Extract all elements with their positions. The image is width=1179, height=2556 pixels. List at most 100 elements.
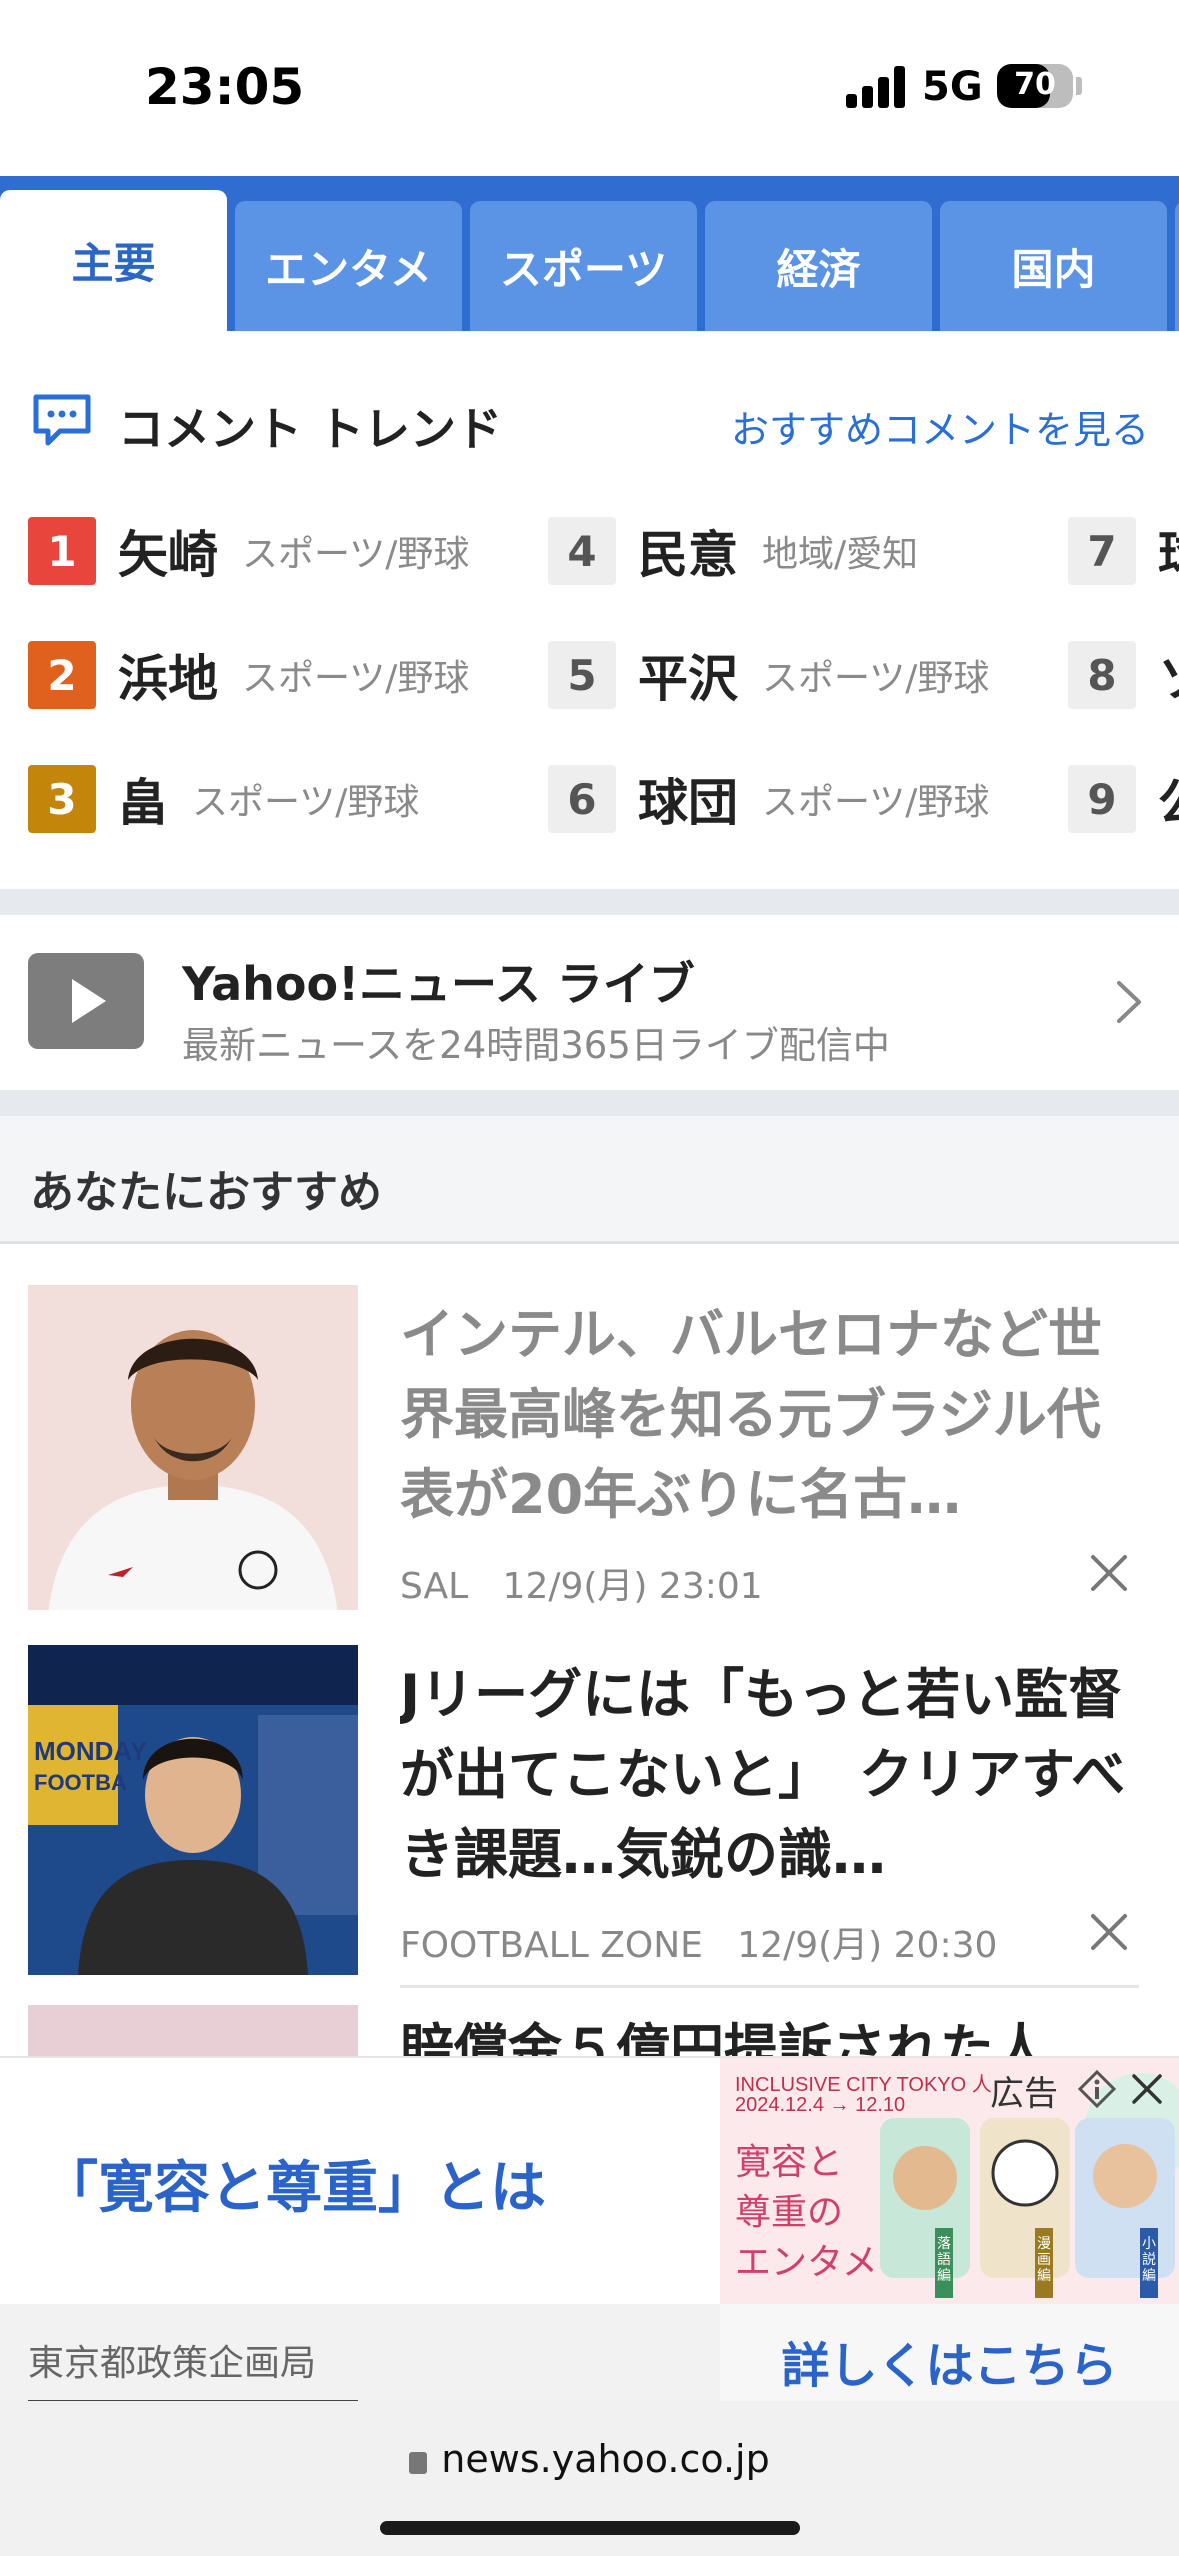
- trend-item[interactable]: 2 浜地 スポーツ/野球: [28, 641, 469, 709]
- trend-category: スポーツ/野球: [242, 534, 470, 575]
- article-title: 賠償金５億円提訴された人: [400, 2018, 1048, 2056]
- trend-item[interactable]: 1 矢崎 スポーツ/野球: [28, 517, 469, 585]
- svg-text:FOOTBA: FOOTBA: [34, 1770, 127, 1795]
- address-bar[interactable]: news.yahoo.co.jp: [0, 2437, 1179, 2481]
- trend-item[interactable]: 4 民意 地域/愛知: [548, 517, 918, 585]
- ad-choices-icon[interactable]: [1078, 2070, 1116, 2108]
- ad-image-lines: 寛容と 尊重の エンタメ: [735, 2138, 878, 2288]
- trend-word: 畠: [118, 774, 168, 832]
- browser-bottom-bar: news.yahoo.co.jp: [0, 2401, 1179, 2556]
- tab-next-partial[interactable]: [1175, 201, 1179, 331]
- ad-close-icon[interactable]: [1130, 2072, 1164, 2106]
- comment-trend-section: コメント トレンド おすすめコメントを見る 1 矢崎 スポーツ/野球 2 浜地 …: [0, 331, 1179, 889]
- article-item[interactable]: MONDAY FOOTBA Jリーグには「もっと若い監督が出てこないと」 クリア…: [0, 1610, 1179, 1988]
- home-indicator[interactable]: [380, 2521, 800, 2535]
- trend-item-partial[interactable]: 8 ソ: [1068, 641, 1179, 709]
- tab-main[interactable]: 主要: [0, 190, 227, 331]
- comment-icon: [33, 394, 91, 446]
- article-divider: [400, 1985, 1139, 1988]
- rank-badge: 3: [28, 765, 96, 833]
- rank-badge: 1: [28, 517, 96, 585]
- rank-badge: 8: [1068, 641, 1136, 709]
- network-type: 5G: [922, 64, 983, 110]
- tab-economy[interactable]: 経済: [705, 201, 932, 331]
- news-live-banner[interactable]: Yahoo!ニュース ライブ 最新ニュースを24時間365日ライブ配信中: [0, 915, 1179, 1090]
- trend-item[interactable]: 5 平沢 スポーツ/野球: [548, 641, 989, 709]
- trend-item[interactable]: 3 畠 スポーツ/野球: [28, 765, 419, 833]
- ad-sponsor: 東京都政策企画局: [28, 2343, 317, 2384]
- rank-badge: 4: [548, 517, 616, 585]
- trend-title: コメント トレンド: [118, 402, 503, 456]
- ad-label: 広告: [990, 2074, 1058, 2114]
- article-thumbnail[interactable]: [28, 1285, 358, 1615]
- trend-word: 平沢: [638, 650, 738, 708]
- trend-category: スポーツ/野球: [192, 782, 420, 823]
- article-date: 12/9(月) 20:30: [737, 1925, 998, 1966]
- battery-percent: 70: [1014, 67, 1056, 102]
- article-item[interactable]: 賠償金５億円提訴された人: [0, 1990, 1179, 2056]
- trend-word: ソ: [1158, 641, 1179, 709]
- ad-image-line: 寛容と: [735, 2142, 844, 2183]
- trend-category: スポーツ/野球: [762, 658, 990, 699]
- play-icon: [28, 953, 144, 1049]
- battery-icon: 70: [997, 64, 1073, 108]
- rank-badge: 6: [548, 765, 616, 833]
- article-title: インテル、バルセロナなど世界最高峰を知る元ブラジル代表が20年ぶりに名古…: [400, 1303, 1102, 1526]
- trend-category: 地域/愛知: [762, 534, 919, 575]
- trend-word: 浜地: [118, 650, 218, 708]
- article-source: FOOTBALL ZONE: [400, 1925, 703, 1966]
- ad-headline[interactable]: 「寛容と尊重」とは: [42, 2143, 546, 2224]
- section-divider: [0, 1090, 1179, 1116]
- ad-cta-bar[interactable]: 詳しくはこちら: [720, 2304, 1179, 2403]
- trend-item-partial[interactable]: 9 公: [1068, 765, 1179, 833]
- player-photo: [28, 1285, 358, 1615]
- rank-badge: 5: [548, 641, 616, 709]
- trend-item[interactable]: 6 球団 スポーツ/野球: [548, 765, 989, 833]
- signal-icon: [846, 66, 906, 108]
- svg-text:MONDAY: MONDAY: [34, 1736, 147, 1766]
- trend-item-partial[interactable]: 7 球: [1068, 517, 1179, 585]
- rank-badge: 7: [1068, 517, 1136, 585]
- tab-sports[interactable]: スポーツ: [470, 201, 697, 331]
- ad-image-line: エンタメ: [735, 2242, 878, 2283]
- chevron-right-icon: [1117, 981, 1141, 1023]
- ad-image-line: 尊重の: [735, 2192, 844, 2233]
- close-icon[interactable]: [1089, 1553, 1129, 1593]
- article-source: SAL: [400, 1566, 469, 1607]
- live-subtitle: 最新ニュースを24時間365日ライブ配信中: [182, 1024, 890, 1067]
- article-meta: FOOTBALL ZONE 12/9(月) 20:30: [400, 1916, 997, 1968]
- status-time: 23:05: [145, 58, 305, 116]
- article-thumbnail[interactable]: MONDAY FOOTBA: [28, 1645, 358, 1975]
- trend-category: スポーツ/野球: [762, 782, 990, 823]
- article-date: 12/9(月) 23:01: [502, 1566, 763, 1607]
- article-meta: SAL 12/9(月) 23:01: [400, 1557, 763, 1609]
- recommend-header: あなたにおすすめ: [0, 1116, 1179, 1244]
- tab-domestic[interactable]: 国内: [940, 201, 1167, 331]
- battery-nub: [1076, 77, 1082, 95]
- article-item[interactable]: インテル、バルセロナなど世界最高峰を知る元ブラジル代表が20年ぶりに名古… SA…: [0, 1247, 1179, 1628]
- trend-category: スポーツ/野球: [242, 658, 470, 699]
- trend-word: 球: [1158, 517, 1179, 585]
- ad-sponsor-bar: 東京都政策企画局: [0, 2304, 720, 2403]
- status-bar: 23:05 5G 70: [0, 0, 1179, 176]
- lock-icon: [409, 2452, 428, 2474]
- category-tab-bar: 主要 エンタメ スポーツ 経済 国内: [0, 176, 1179, 331]
- rank-badge: 9: [1068, 765, 1136, 833]
- studio-photo: MONDAY FOOTBA: [28, 1645, 358, 1975]
- ad-image-tag: 落語編: [937, 2236, 951, 2284]
- section-divider: [0, 889, 1179, 915]
- article-title: Jリーグには「もっと若い監督が出てこないと」 クリアすべき課題…気鋭の識…: [400, 1663, 1126, 1886]
- ad-image-tag: 漫画編: [1037, 2236, 1051, 2284]
- ad-image-header: INCLUSIVE CITY TOKYO 人: [735, 2074, 992, 2096]
- ad-banner[interactable]: 「寛容と尊重」とは 東京都政策企画局 INCLUSIVE CITY TOKYO …: [0, 2056, 1179, 2403]
- trend-word: 矢崎: [118, 526, 218, 584]
- rank-badge: 2: [28, 641, 96, 709]
- trend-word: 公: [1158, 765, 1179, 833]
- recommended-comments-link[interactable]: おすすめコメントを見る: [731, 399, 1149, 454]
- article-thumbnail[interactable]: [28, 2005, 358, 2056]
- close-icon[interactable]: [1089, 1912, 1129, 1952]
- ad-image-tag: 小説編: [1142, 2236, 1156, 2284]
- trend-word: 球団: [638, 774, 738, 832]
- tab-entertainment[interactable]: エンタメ: [235, 201, 462, 331]
- ad-cta-button[interactable]: 詳しくはこちら: [720, 2326, 1179, 2396]
